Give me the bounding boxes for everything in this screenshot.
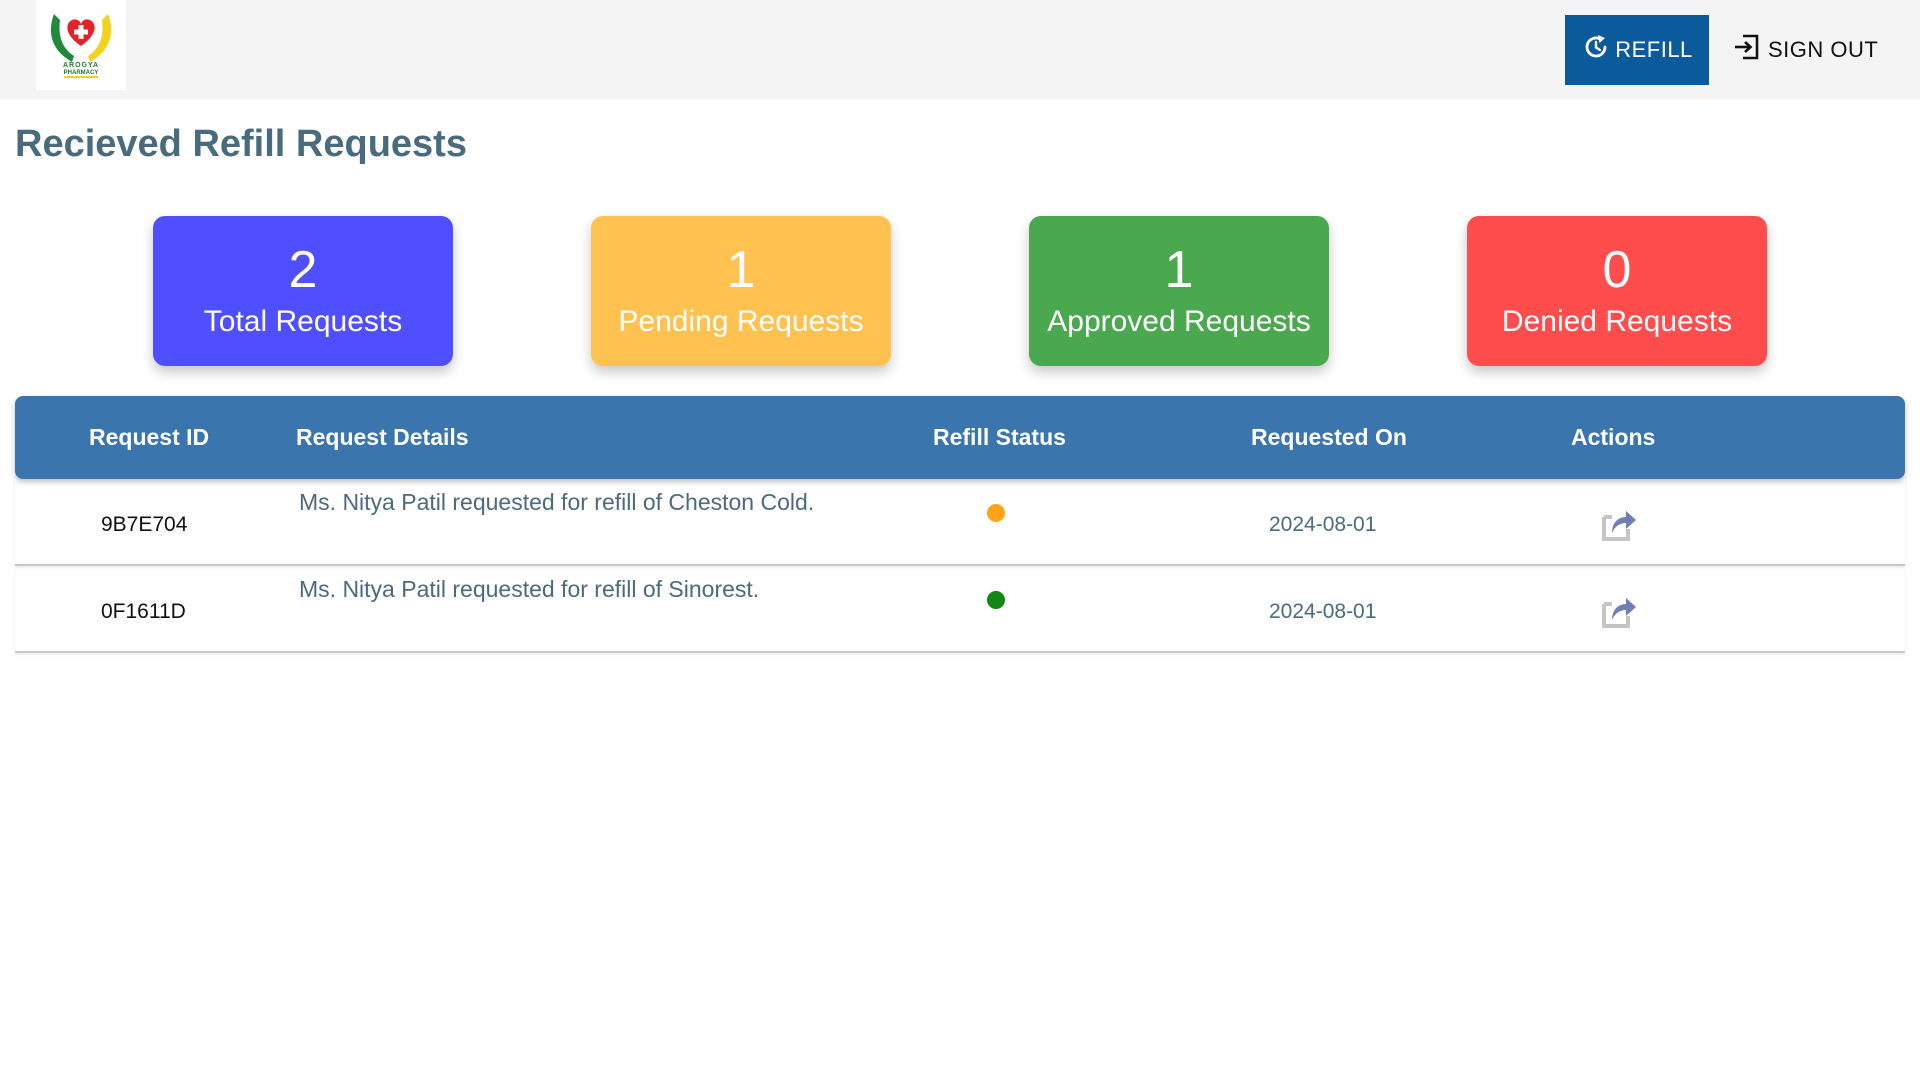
top-navbar: AROGYA PHARMACY REFILL SIGN OUT xyxy=(0,0,1920,99)
sign-out-button-label: SIGN OUT xyxy=(1768,37,1879,62)
total-requests-card: 2 Total Requests xyxy=(153,216,453,366)
sign-in-arrow-icon xyxy=(1732,32,1762,68)
logo-text-arogya: AROGYA xyxy=(63,62,99,69)
column-header-request-details: Request Details xyxy=(296,424,469,450)
request-id-cell: 0F1611D xyxy=(101,600,186,623)
pending-requests-count: 1 xyxy=(726,241,756,299)
status-approved-dot xyxy=(987,591,1005,609)
column-header-requested-on: Requested On xyxy=(1251,424,1407,450)
arogya-pharmacy-logo[interactable]: AROGYA PHARMACY xyxy=(36,0,126,90)
request-id-cell: 9B7E704 xyxy=(101,513,188,536)
logo-text-pharmacy: PHARMACY xyxy=(64,70,99,76)
requested-on-cell: 2024-08-01 xyxy=(1269,600,1377,623)
request-details-cell: Ms. Nitya Patil requested for refill of … xyxy=(299,576,760,602)
pending-requests-card: 1 Pending Requests xyxy=(591,216,891,366)
pending-requests-label: Pending Requests xyxy=(618,305,864,338)
table-row: 9B7E704 Ms. Nitya Patil requested for re… xyxy=(15,479,1905,566)
requested-on-cell: 2024-08-01 xyxy=(1269,513,1377,536)
total-requests-count: 2 xyxy=(288,241,318,299)
approved-requests-card: 1 Approved Requests xyxy=(1029,216,1329,366)
approved-requests-label: Approved Requests xyxy=(1047,305,1311,338)
sign-out-button[interactable]: SIGN OUT xyxy=(1724,15,1886,85)
status-pending-dot xyxy=(987,504,1005,522)
table-header: Request ID Request Details Refill Status… xyxy=(15,396,1905,479)
request-details-cell: Ms. Nitya Patil requested for refill of … xyxy=(299,489,815,515)
refill-button[interactable]: REFILL xyxy=(1565,15,1709,85)
column-header-request-id: Request ID xyxy=(89,424,210,450)
share-forward-icon[interactable] xyxy=(1598,590,1638,630)
denied-requests-label: Denied Requests xyxy=(1501,305,1733,338)
refill-button-label: REFILL xyxy=(1615,37,1693,62)
approved-requests-count: 1 xyxy=(1164,241,1194,299)
table-row: 0F1611D Ms. Nitya Patil requested for re… xyxy=(15,566,1905,653)
refill-requests-table: Request ID Request Details Refill Status… xyxy=(15,396,1905,653)
denied-requests-card: 0 Denied Requests xyxy=(1467,216,1767,366)
refresh-clock-icon xyxy=(1581,32,1611,68)
column-header-refill-status: Refill Status xyxy=(933,424,1066,450)
denied-requests-count: 0 xyxy=(1602,241,1632,299)
share-forward-icon[interactable] xyxy=(1598,503,1638,543)
column-header-actions: Actions xyxy=(1571,424,1656,450)
page-title: Recieved Refill Requests xyxy=(15,123,467,165)
total-requests-label: Total Requests xyxy=(203,305,403,338)
